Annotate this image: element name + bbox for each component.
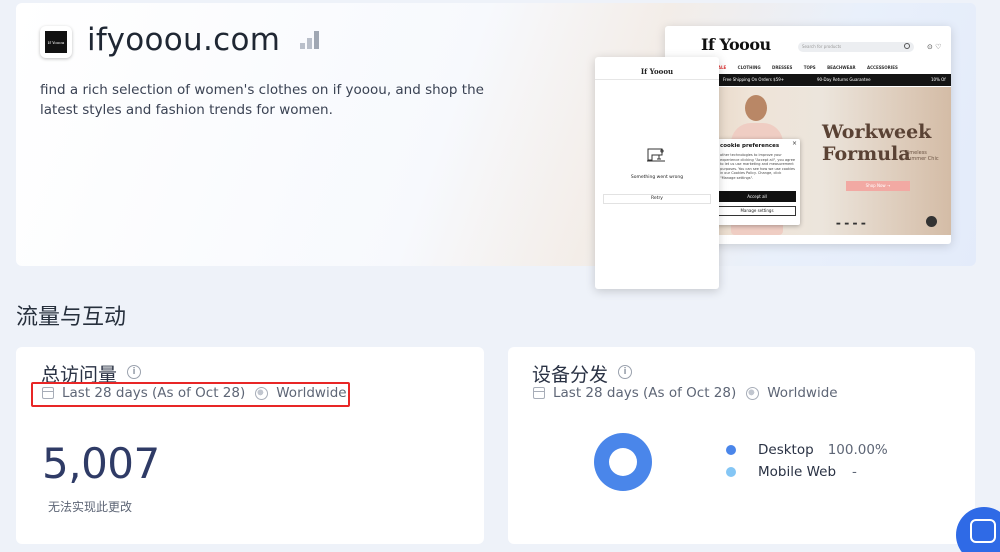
legend-value: 100.00% xyxy=(827,442,888,458)
chat-icon xyxy=(926,216,937,227)
donut-hole xyxy=(609,448,637,476)
sewing-machine-icon xyxy=(647,148,665,162)
preview-nav-item: CLOTHING xyxy=(737,65,761,70)
site-logo-mark: If Yooou xyxy=(45,31,67,53)
legend-item-desktop: Desktop 100.00% xyxy=(726,442,888,458)
preview-search: Search for products xyxy=(798,42,914,52)
device-meta: Last 28 days (As of Oct 28) Worldwide xyxy=(533,385,838,401)
device-distribution-title: 设备分发 xyxy=(532,364,609,386)
device-donut-chart xyxy=(594,433,652,491)
retry-button: Retry xyxy=(603,194,711,204)
chat-icon xyxy=(970,519,996,543)
error-message: Something went wrong xyxy=(630,175,684,180)
site-description: find a rich selection of women's clothes… xyxy=(40,82,484,118)
legend-label: Desktop xyxy=(758,442,814,458)
carousel-dots: ▬ ▬ ▬ ▬ xyxy=(836,221,867,227)
mobile-preview-brand: If Yooou xyxy=(640,67,674,76)
preview-brand: If Yooou xyxy=(701,35,771,54)
cookie-body: other technologies to improve your exper… xyxy=(720,153,796,180)
device-period: Last 28 days (As of Oct 28) xyxy=(553,385,737,401)
account-icon: ⊙ ♡ xyxy=(927,43,942,51)
total-visits-card: 总访问量 i Last 28 days (As of Oct 28) World… xyxy=(16,347,484,544)
preview-promo-text: Free Shipping On Orders $59+ xyxy=(723,77,785,82)
section-title: 流量与互动 xyxy=(16,305,127,330)
globe-icon xyxy=(746,386,760,400)
preview-search-placeholder: Search for products xyxy=(802,44,842,49)
legend-item-mobile-web: Mobile Web - xyxy=(726,464,857,480)
preview-nav: SALE CLOTHING DRESSES TOPS BEACHWEAR ACC… xyxy=(715,65,908,70)
mobile-preview-screenshot: If Yooou Something went wrong Retry xyxy=(595,57,719,289)
legend-value: - xyxy=(852,464,857,480)
info-icon[interactable]: i xyxy=(618,365,632,379)
search-icon xyxy=(904,43,910,49)
preview-shop-button: Shop Now → xyxy=(846,181,910,191)
preview-nav-item: DRESSES xyxy=(772,65,793,70)
device-region: Worldwide xyxy=(767,385,838,401)
close-icon: × xyxy=(791,140,797,147)
calendar-icon xyxy=(533,387,545,399)
preview-nav-item: TOPS xyxy=(803,65,816,70)
info-icon[interactable]: i xyxy=(127,365,141,379)
total-visits-value: 5,007 xyxy=(42,439,160,488)
cookie-title: cookie preferences xyxy=(720,143,780,149)
preview-promo-text: 90-Day Returns Guarantee xyxy=(817,77,871,82)
preview-headline-line: Workweek xyxy=(822,121,932,143)
preview-promo-text: 10% Of xyxy=(931,77,946,82)
device-distribution-card: 设备分发 i Last 28 days (As of Oct 28) World… xyxy=(508,347,975,544)
rank-bars-icon[interactable] xyxy=(300,31,320,49)
site-title: ifyooou.com xyxy=(87,22,281,58)
cookie-dialog: cookie preferences × other technologies … xyxy=(716,139,800,225)
preview-nav-item: ACCESSORIES xyxy=(867,65,898,70)
cookie-accept-button: Accept all xyxy=(718,191,796,202)
visits-note: 无法实现此更改 xyxy=(48,500,133,514)
cookie-manage-button: Manage settings xyxy=(718,206,796,216)
site-logo: If Yooou xyxy=(40,26,72,58)
legend-dot xyxy=(726,445,736,455)
legend-dot xyxy=(726,467,736,477)
preview-subline: Timeless Summer Chic xyxy=(905,150,939,162)
legend-label: Mobile Web xyxy=(758,464,837,480)
highlight-box xyxy=(31,382,350,407)
preview-nav-item: BEACHWEAR xyxy=(827,65,856,70)
